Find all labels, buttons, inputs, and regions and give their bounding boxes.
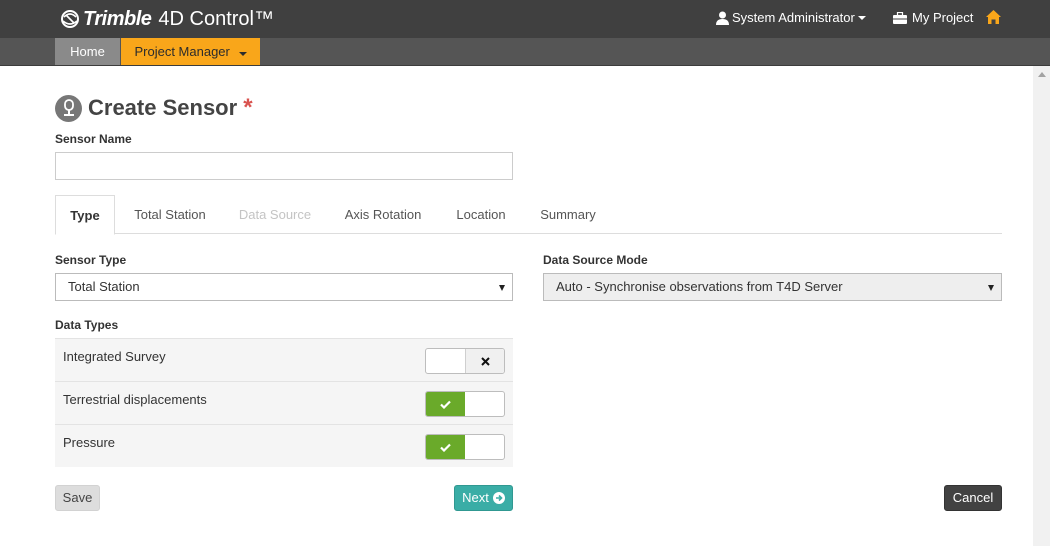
check-icon [440, 443, 451, 452]
toggle-knob [465, 349, 504, 373]
data-source-mode-label: Data Source Mode [543, 253, 648, 267]
sensor-type-label: Sensor Type [55, 253, 127, 267]
user-icon [716, 11, 729, 25]
terrestrial-displacements-toggle[interactable] [425, 391, 505, 417]
pressure-toggle[interactable] [425, 434, 505, 460]
cross-icon [480, 356, 490, 366]
tab-data-source: Data Source [238, 207, 312, 222]
dropdown-arrow-icon [499, 285, 505, 291]
dropdown-arrow-icon [988, 285, 994, 291]
tab-location[interactable]: Location [449, 195, 513, 234]
product-name: 4D Control™ [158, 7, 274, 30]
page-title: Create Sensor [88, 95, 238, 120]
data-type-row-pressure: Pressure [55, 424, 513, 467]
integrated-survey-toggle[interactable] [425, 348, 505, 374]
data-type-label: Terrestrial displacements [63, 392, 207, 407]
wizard-tabs: Type Total Station Data Source Axis Rota… [55, 195, 1002, 235]
data-types-label: Data Types [55, 318, 119, 332]
page-scrollbar[interactable] [1033, 66, 1050, 546]
brand-name: Trimble [83, 7, 152, 30]
nav-project-manager-label: Project Manager [134, 44, 230, 59]
toggle-knob [426, 435, 465, 459]
cancel-button[interactable]: Cancel [944, 485, 1002, 511]
sensor-type-value: Total Station [68, 279, 140, 294]
sensor-icon [55, 94, 82, 122]
toggle-knob [426, 392, 465, 416]
tab-total-station[interactable]: Total Station [125, 195, 215, 234]
check-icon [440, 400, 451, 409]
arrow-circle-right-icon [492, 492, 505, 504]
next-button[interactable]: Next [454, 485, 513, 511]
chevron-down-icon [238, 52, 247, 56]
top-bar: Trimble 4D Control™ System Administrator… [0, 0, 1050, 38]
data-type-row-terrestrial-displacements: Terrestrial displacements [55, 381, 513, 424]
user-menu[interactable]: System Administrator [716, 10, 866, 25]
my-project-label: My Project [912, 10, 974, 25]
nav-bar: Home Project Manager [0, 38, 1050, 66]
scroll-up-arrow-icon[interactable] [1038, 72, 1046, 77]
data-type-row-integrated-survey: Integrated Survey [55, 338, 513, 381]
required-marker: * [243, 94, 253, 121]
save-button[interactable]: Save [55, 485, 100, 511]
my-project-link[interactable]: My Project [893, 10, 973, 25]
next-button-label: Next [462, 490, 489, 505]
trimble-globe-icon [61, 10, 79, 28]
data-source-mode-value: Auto - Synchronise observations from T4D… [556, 279, 843, 294]
nav-project-manager-tab[interactable]: Project Manager [121, 38, 260, 65]
tab-axis-rotation[interactable]: Axis Rotation [337, 195, 429, 234]
briefcase-icon [893, 11, 907, 24]
user-name: System Administrator [732, 10, 855, 25]
data-type-label: Pressure [63, 435, 116, 450]
sensor-type-select[interactable]: Total Station [55, 273, 513, 301]
page-header: Create Sensor * [55, 94, 253, 122]
tab-summary[interactable]: Summary [533, 195, 603, 234]
sensor-name-input[interactable] [55, 152, 513, 180]
chevron-down-icon [857, 15, 866, 20]
data-type-label: Integrated Survey [63, 349, 166, 364]
nav-home-tab[interactable]: Home [55, 38, 120, 65]
home-icon[interactable] [986, 10, 1001, 24]
data-source-mode-select[interactable]: Auto - Synchronise observations from T4D… [543, 273, 1002, 301]
trimble-logo[interactable]: Trimble 4D Control™ [60, 7, 274, 31]
tab-type[interactable]: Type [55, 195, 115, 235]
sensor-name-label: Sensor Name [55, 132, 132, 146]
